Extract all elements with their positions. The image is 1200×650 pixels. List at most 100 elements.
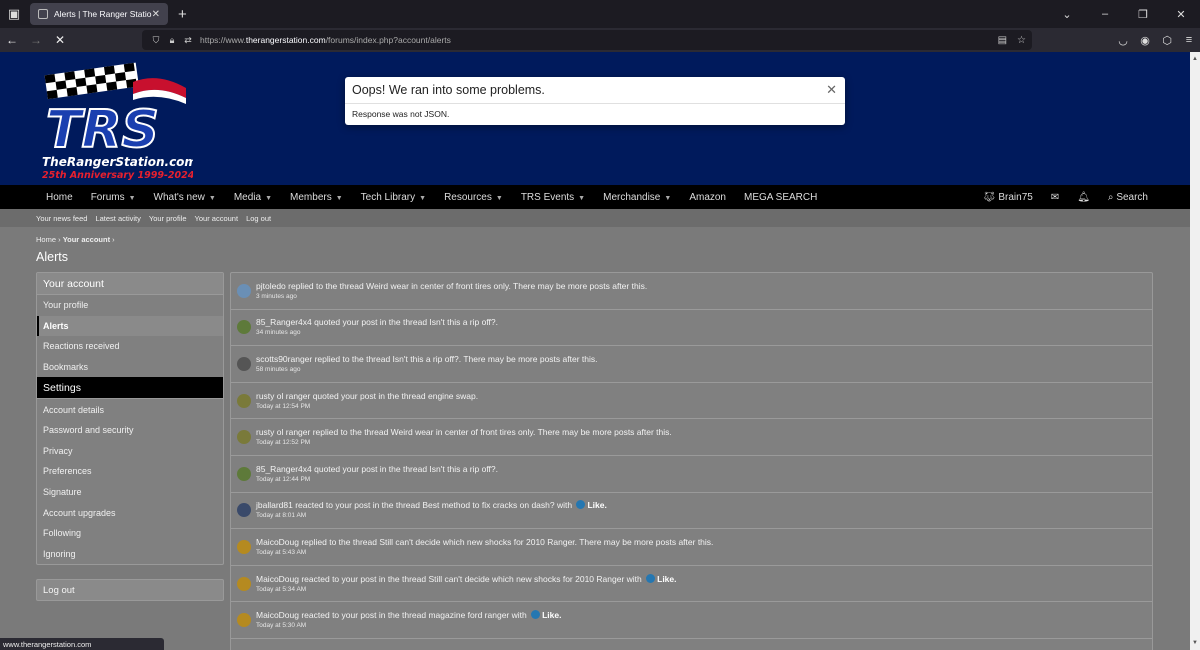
tab-close-icon[interactable]: ✕ [152,9,160,20]
breadcrumb-home[interactable]: Home [36,235,56,244]
scroll-down-icon[interactable]: ▼ [1192,640,1198,646]
nav-amazon[interactable]: Amazon [689,192,726,203]
list-item[interactable]: rusty ol ranger replied to the thread We… [231,419,1152,456]
subnav-your-account[interactable]: Your account [195,214,239,223]
alert-text[interactable]: 85_Ranger4x4 quoted your post in the thr… [256,317,498,328]
subnav-news-feed[interactable]: Your news feed [36,214,87,223]
shield-icon[interactable]: ⛉ [148,35,164,46]
alert-text[interactable]: jballard81 reacted to your post in the t… [256,500,572,510]
list-item[interactable]: MaicoDoug reacted to your post in the th… [231,602,1152,639]
sidebar-item-following[interactable]: Following [37,523,223,544]
extensions-icon[interactable]: ⬡ [1156,34,1178,47]
forward-icon[interactable]: → [24,33,48,47]
sidebar-item-reactions[interactable]: Reactions received [37,336,223,357]
list-item[interactable]: MaicoDoug reacted to your post in the th… [231,566,1152,603]
chevron-down-icon[interactable]: ▼ [265,195,272,202]
sidebar-item-ignoring[interactable]: Ignoring [37,544,223,565]
url-bar[interactable]: ⛉ 🔒︎ ⇄ https://www.therangerstation.com/… [142,30,1032,50]
nav-user[interactable]: 🐺︎ Brain75 [983,192,1033,203]
subnav-your-profile[interactable]: Your profile [149,214,187,223]
pocket-icon[interactable]: ◡ [1112,34,1134,47]
nav-trs-events[interactable]: TRS Events ▼ [521,192,585,203]
nav-resources[interactable]: Resources ▼ [444,192,503,203]
bookmark-star-icon[interactable]: ☆ [1017,35,1026,46]
page-scrollbar[interactable]: ▲ ▼ [1190,52,1200,650]
minimize-icon[interactable]: – [1086,8,1124,20]
bell-icon[interactable]: 🔔︎ [1077,192,1090,203]
account-icon[interactable]: ◉ [1134,34,1156,47]
alert-text[interactable]: scotts90ranger replied to the thread Isn… [256,354,598,365]
avatar[interactable] [237,356,251,371]
close-icon[interactable]: ✕ [826,82,837,98]
chevron-down-icon[interactable]: ▼ [129,195,136,202]
sidebar-item-preferences[interactable]: Preferences [37,461,223,482]
chevron-down-icon[interactable]: ▼ [209,195,216,202]
nav-whats-new[interactable]: What's new ▼ [154,192,216,203]
chevron-down-icon[interactable]: ▼ [419,195,426,202]
chevron-down-icon[interactable]: ▼ [496,195,503,202]
sidebar-item-bookmarks[interactable]: Bookmarks [37,357,223,378]
tab-list-icon[interactable]: ▣ [0,0,28,28]
list-item[interactable]: jballard81 reacted to your post in the t… [231,493,1152,530]
sidebar-item-your-profile[interactable]: Your profile [37,295,223,316]
nav-tech-library[interactable]: Tech Library ▼ [361,192,426,203]
list-item[interactable]: 85_Ranger4x4 quoted your post in the thr… [231,310,1152,347]
inbox-icon[interactable]: ✉ [1051,192,1059,203]
sidebar-item-signature[interactable]: Signature [37,482,223,503]
alert-text[interactable]: 85_Ranger4x4 quoted your post in the thr… [256,464,498,475]
lock-icon[interactable]: 🔒︎ [164,35,180,46]
nav-forums[interactable]: Forums ▼ [91,192,136,203]
list-item[interactable]: MaicoDoug replied to the thread Still ca… [231,529,1152,566]
scroll-up-icon[interactable]: ▲ [1192,56,1198,62]
avatar[interactable] [237,503,251,518]
avatar[interactable] [237,613,251,628]
sidebar-log-out[interactable]: Log out [36,579,224,601]
nav-home[interactable]: Home [46,192,73,203]
sidebar-item-privacy[interactable]: Privacy [37,441,223,462]
nav-members[interactable]: Members ▼ [290,192,343,203]
sidebar-item-account-upgrades[interactable]: Account upgrades [37,502,223,523]
chevron-down-icon[interactable]: ▼ [336,195,343,202]
avatar[interactable] [237,393,251,408]
nav-mega-search[interactable]: MEGA SEARCH [744,192,817,203]
sidebar-item-alerts[interactable]: Alerts [37,315,223,337]
reader-view-icon[interactable]: ▤ [998,35,1007,46]
chevron-down-icon[interactable]: ▼ [578,195,585,202]
avatar[interactable] [237,539,251,554]
tab-overflow-icon[interactable]: ⌄ [1048,8,1086,21]
chevron-down-icon[interactable]: ▼ [664,195,671,202]
nav-media[interactable]: Media ▼ [234,192,272,203]
alert-text[interactable]: rusty ol ranger replied to the thread We… [256,427,672,438]
list-item[interactable]: 85_Ranger4x4 quoted your post in the thr… [231,456,1152,493]
avatar[interactable] [237,320,251,335]
alert-text[interactable]: MaicoDoug reacted to your post in the th… [256,574,642,584]
sidebar-item-password-security[interactable]: Password and security [37,420,223,441]
subnav-latest-activity[interactable]: Latest activity [95,214,140,223]
back-icon[interactable]: ← [0,33,24,47]
alert-text[interactable]: MaicoDoug reacted to your post in the th… [256,610,527,620]
alert-text[interactable]: pjtoledo replied to the thread Weird wea… [256,281,647,292]
nav-merchandise[interactable]: Merchandise ▼ [603,192,671,203]
avatar[interactable] [237,466,251,481]
alert-text[interactable]: rusty ol ranger quoted your post in the … [256,391,478,402]
list-item[interactable]: rusty ol ranger quoted your post in the … [231,383,1152,420]
browser-tab[interactable]: Alerts | The Ranger Station ✕ [30,3,168,25]
new-tab-icon[interactable]: + [178,6,187,23]
alert-text[interactable]: MaicoDoug replied to the thread Still ca… [256,537,713,548]
subnav-log-out[interactable]: Log out [246,214,271,223]
menu-icon[interactable]: ≡ [1178,34,1200,47]
sidebar-item-account-details[interactable]: Account details [37,399,223,420]
nav-search[interactable]: ⌕ Search [1108,192,1148,203]
url-text[interactable]: https://www.therangerstation.com/forums/… [200,35,988,45]
avatar[interactable] [237,430,251,445]
permissions-icon[interactable]: ⇄ [180,35,196,46]
window-close-icon[interactable]: ✕ [1162,8,1200,21]
stop-icon[interactable]: ✕ [48,33,72,47]
avatar[interactable] [237,283,251,298]
site-logo[interactable]: TRS TheRangerStation.com 25th Anniversar… [38,62,193,180]
list-item[interactable]: pjtoledo replied to the thread Weird wea… [231,273,1152,310]
breadcrumb-current[interactable]: Your account [63,235,110,244]
restore-icon[interactable]: ❐ [1124,8,1162,21]
avatar[interactable] [237,576,251,591]
list-item[interactable]: scotts90ranger replied to the thread Isn… [231,346,1152,383]
